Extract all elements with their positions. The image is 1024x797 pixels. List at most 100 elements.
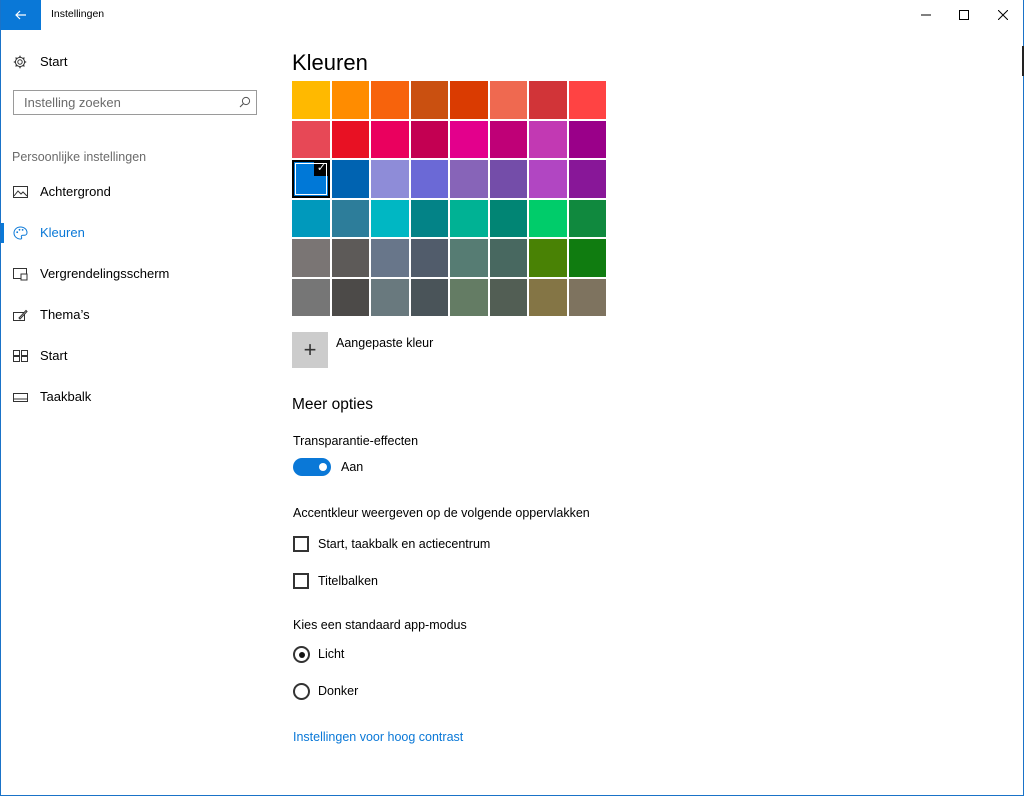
color-swatch[interactable] — [529, 160, 567, 198]
sidebar-item-label: Kleuren — [40, 225, 85, 240]
theme-brush-icon — [12, 307, 28, 323]
color-swatch[interactable] — [489, 239, 527, 277]
sidebar-item-label: Achtergrond — [40, 184, 111, 199]
color-swatch[interactable] — [371, 81, 409, 119]
color-swatch[interactable]: ✓ — [292, 160, 330, 198]
color-swatch[interactable] — [331, 160, 369, 198]
sidebar-home-label: Start — [40, 54, 68, 69]
sidebar-item-achtergrond[interactable]: Achtergrond — [1, 173, 273, 211]
lock-screen-icon — [12, 266, 28, 282]
color-swatch[interactable] — [568, 199, 606, 237]
color-swatch[interactable] — [489, 278, 527, 316]
color-swatch[interactable] — [331, 239, 369, 277]
color-swatch[interactable] — [529, 278, 567, 316]
checkbox-box[interactable] — [293, 536, 309, 552]
radio-label: Donker — [318, 684, 359, 698]
close-icon — [998, 10, 1008, 20]
color-swatch[interactable] — [568, 160, 606, 198]
main-content: Kleuren ✓ + Aangepaste kleur Meer opties… — [273, 30, 1023, 795]
color-swatch-grid: ✓ — [292, 81, 607, 316]
picture-icon — [12, 184, 28, 200]
search-input[interactable] — [14, 91, 244, 114]
sidebar-item-label: Start — [40, 348, 68, 363]
color-swatch[interactable] — [529, 81, 567, 119]
color-swatch[interactable] — [529, 199, 567, 237]
color-swatch[interactable] — [489, 199, 527, 237]
color-swatch[interactable] — [331, 199, 369, 237]
radio-label: Licht — [318, 647, 345, 661]
color-swatch[interactable] — [371, 160, 409, 198]
back-button[interactable] — [1, 0, 41, 30]
color-swatch[interactable] — [450, 120, 488, 158]
color-swatch[interactable] — [529, 239, 567, 277]
color-swatch[interactable] — [489, 81, 527, 119]
settings-window: Instellingen Start Instelling zoeken Per… — [0, 0, 1024, 796]
start-tiles-icon — [12, 348, 28, 364]
color-swatch[interactable] — [292, 239, 330, 277]
search-field[interactable] — [13, 90, 257, 115]
gear-icon — [12, 54, 28, 70]
active-indicator — [1, 223, 4, 243]
accent-surfaces-label: Accentkleur weergeven op de volgende opp… — [293, 506, 590, 520]
sidebar-item-start[interactable]: Start — [1, 337, 273, 375]
checkbox-label: Start, taakbalk en actiecentrum — [318, 537, 491, 551]
color-swatch[interactable] — [371, 199, 409, 237]
maximize-button[interactable] — [944, 0, 984, 30]
sidebar-item-themas[interactable]: Thema’s — [1, 296, 273, 334]
color-swatch[interactable] — [568, 81, 606, 119]
color-swatch[interactable] — [292, 278, 330, 316]
window-title: Instellingen — [51, 8, 105, 20]
color-swatch[interactable] — [568, 278, 606, 316]
color-swatch[interactable] — [410, 120, 448, 158]
color-swatch[interactable] — [410, 81, 448, 119]
minimize-button[interactable] — [906, 0, 946, 30]
color-swatch[interactable] — [410, 160, 448, 198]
more-options-heading: Meer opties — [292, 396, 373, 413]
color-swatch[interactable] — [410, 278, 448, 316]
color-swatch[interactable] — [450, 81, 488, 119]
close-button[interactable] — [983, 0, 1023, 30]
color-swatch[interactable] — [331, 81, 369, 119]
color-swatch[interactable] — [371, 278, 409, 316]
color-swatch[interactable] — [371, 239, 409, 277]
radio-button[interactable] — [293, 646, 310, 663]
color-swatch[interactable] — [450, 199, 488, 237]
page-title: Kleuren — [292, 50, 368, 75]
sidebar: Start Persoonlijke instellingen Achtergr… — [1, 30, 273, 795]
sidebar-item-label: Vergrendelingsscherm — [40, 266, 170, 281]
color-swatch[interactable] — [450, 278, 488, 316]
sidebar-home[interactable]: Start — [1, 43, 273, 81]
palette-icon — [12, 225, 28, 241]
transparency-toggle[interactable] — [293, 458, 331, 476]
radio-button[interactable] — [293, 683, 310, 700]
plus-icon: + — [292, 332, 328, 368]
checkbox-box[interactable] — [293, 573, 309, 589]
checkmark-icon: ✓ — [313, 160, 330, 176]
minimize-icon — [921, 14, 931, 16]
color-swatch[interactable] — [371, 120, 409, 158]
search-icon — [239, 96, 251, 108]
color-swatch[interactable] — [331, 278, 369, 316]
color-swatch[interactable] — [331, 120, 369, 158]
arrow-left-icon — [15, 10, 26, 20]
high-contrast-link[interactable]: Instellingen voor hoog contrast — [293, 730, 463, 744]
color-swatch[interactable] — [450, 239, 488, 277]
color-swatch[interactable] — [529, 120, 567, 158]
sidebar-item-taakbalk[interactable]: Taakbalk — [1, 378, 273, 416]
color-swatch[interactable] — [410, 239, 448, 277]
color-swatch[interactable] — [568, 239, 606, 277]
sidebar-item-kleuren[interactable]: Kleuren — [1, 214, 273, 252]
color-swatch[interactable] — [450, 160, 488, 198]
transparency-state: Aan — [341, 460, 364, 474]
color-swatch[interactable] — [292, 199, 330, 237]
color-swatch[interactable] — [292, 81, 330, 119]
transparency-label: Transparantie-effecten — [293, 434, 419, 448]
app-mode-label: Kies een standaard app-modus — [293, 618, 467, 632]
color-swatch[interactable] — [489, 160, 527, 198]
color-swatch[interactable] — [292, 120, 330, 158]
color-swatch[interactable] — [568, 120, 606, 158]
sidebar-item-vergrendelingsscherm[interactable]: Vergrendelingsscherm — [1, 255, 273, 293]
color-swatch[interactable] — [410, 199, 448, 237]
title-bar: Instellingen — [1, 0, 1023, 30]
color-swatch[interactable] — [489, 120, 527, 158]
